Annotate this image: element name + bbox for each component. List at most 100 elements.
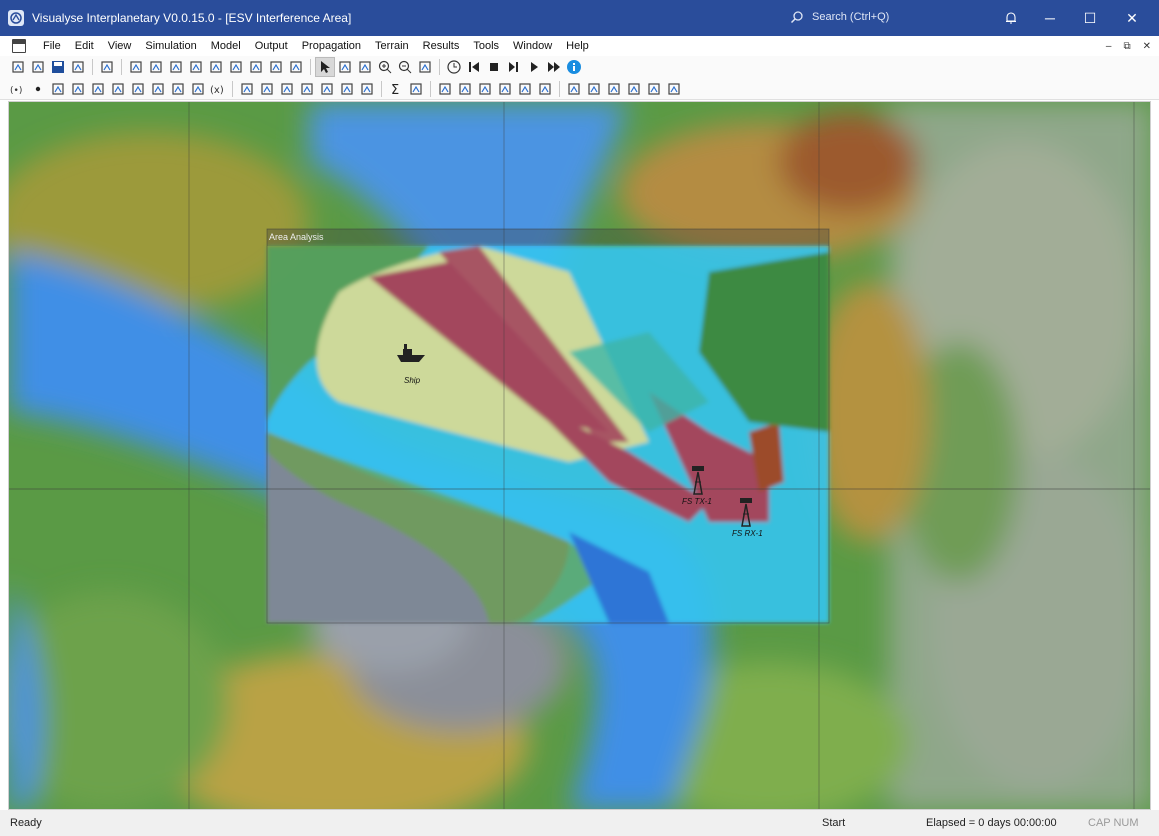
play-button[interactable]	[524, 57, 544, 77]
bar-chart-button[interactable]	[535, 79, 555, 99]
terrain-button[interactable]	[564, 79, 584, 99]
variable-icon: (x)	[210, 85, 224, 96]
mdi-minimize-button[interactable]: –	[1106, 41, 1112, 52]
group-button[interactable]	[188, 79, 208, 99]
report-button[interactable]	[406, 79, 426, 99]
search-placeholder: Search (Ctrl+Q)	[812, 11, 890, 23]
save-button[interactable]	[48, 57, 68, 77]
clock-button[interactable]	[444, 57, 464, 77]
open-button[interactable]	[28, 57, 48, 77]
updown-button[interactable]	[168, 79, 188, 99]
view-map-button[interactable]	[146, 57, 166, 77]
close-button[interactable]: ✕	[1112, 0, 1152, 36]
open-icon	[32, 61, 44, 73]
carrier-button[interactable]	[257, 79, 277, 99]
terrain-area-button[interactable]	[584, 79, 604, 99]
rewind-button[interactable]	[464, 57, 484, 77]
menu-view[interactable]: View	[101, 36, 139, 56]
zoom-in-button[interactable]	[375, 57, 395, 77]
title-bar: Visualyse Interplanetary V0.0.15.0 - [ES…	[0, 0, 1159, 36]
route-button[interactable]	[148, 79, 168, 99]
menu-propagation[interactable]: Propagation	[295, 36, 368, 56]
link-button[interactable]	[68, 79, 88, 99]
view-fov-button[interactable]	[206, 57, 226, 77]
zoom-fit-button[interactable]	[415, 57, 435, 77]
new-button[interactable]	[8, 57, 28, 77]
status-ready: Ready	[10, 817, 42, 829]
line-button[interactable]	[88, 79, 108, 99]
terrain-path-button[interactable]	[604, 79, 624, 99]
menu-help[interactable]: Help	[559, 36, 596, 56]
area-analysis-button[interactable]	[455, 79, 475, 99]
zoom-fit-icon	[419, 61, 431, 73]
station-button[interactable]	[237, 79, 257, 99]
menu-model[interactable]: Model	[204, 36, 248, 56]
coverage-button[interactable]	[337, 79, 357, 99]
view-area-button[interactable]	[226, 57, 246, 77]
grid-button[interactable]	[108, 79, 128, 99]
terrain-export-button[interactable]	[644, 79, 664, 99]
minimize-button[interactable]: ─	[1030, 0, 1070, 36]
save-as-icon	[72, 61, 84, 73]
chart-icon	[499, 82, 511, 95]
updown-icon	[172, 82, 184, 95]
view-fov-icon	[210, 61, 222, 73]
copy-button[interactable]	[97, 57, 117, 77]
point-button[interactable]	[28, 79, 48, 99]
menu-terrain[interactable]: Terrain	[368, 36, 416, 56]
view-table-button[interactable]	[246, 57, 266, 77]
menu-results[interactable]: Results	[416, 36, 467, 56]
signal-button[interactable]	[317, 79, 337, 99]
menu-window[interactable]: Window	[506, 36, 559, 56]
mdi-restore-button[interactable]: ⧉	[1123, 41, 1130, 52]
view-satellite-button[interactable]	[286, 57, 306, 77]
add-area-button[interactable]	[475, 79, 495, 99]
select-station-button[interactable]	[335, 57, 355, 77]
sigma-button[interactable]: Σ	[386, 79, 406, 99]
search-box[interactable]: Search (Ctrl+Q)	[790, 10, 889, 24]
bell-icon	[1006, 12, 1016, 24]
document-icon[interactable]	[12, 39, 26, 53]
toolbar-separator	[430, 80, 431, 97]
view-watch-icon	[270, 61, 282, 73]
info-button[interactable]	[564, 57, 584, 77]
stop-button[interactable]	[484, 57, 504, 77]
select-button[interactable]	[315, 57, 335, 77]
interference-icon	[301, 82, 313, 95]
menu-output[interactable]: Output	[248, 36, 295, 56]
histogram-button[interactable]	[515, 79, 535, 99]
constellation-button[interactable]	[48, 79, 68, 99]
menu-edit[interactable]: Edit	[68, 36, 101, 56]
sigma-icon: Σ	[391, 83, 399, 97]
link-budget-button[interactable]	[357, 79, 377, 99]
view-terrain-button[interactable]	[186, 57, 206, 77]
notification-button[interactable]	[991, 0, 1031, 36]
arrow-button[interactable]	[128, 79, 148, 99]
mdi-close-button[interactable]: ✕	[1143, 41, 1151, 52]
menu-file[interactable]: File	[36, 36, 68, 56]
step-button[interactable]	[504, 57, 524, 77]
fast-forward-button[interactable]	[544, 57, 564, 77]
map-view[interactable]: Area Analysis Ship FS TX-1 FS RX-1	[8, 101, 1151, 810]
zoom-out-button[interactable]	[395, 57, 415, 77]
menu-simulation[interactable]: Simulation	[138, 36, 203, 56]
watch-button[interactable]	[435, 79, 455, 99]
terrain-map[interactable]	[9, 102, 1151, 810]
view-watch-button[interactable]	[266, 57, 286, 77]
station-group-button[interactable]	[277, 79, 297, 99]
view-3d-button[interactable]	[166, 57, 186, 77]
search-icon	[790, 11, 803, 24]
chart-button[interactable]	[495, 79, 515, 99]
variable-button[interactable]: (x)	[208, 79, 228, 99]
view-world-button[interactable]	[126, 57, 146, 77]
maximize-button[interactable]: ☐	[1070, 0, 1110, 36]
save-as-button[interactable]	[68, 57, 88, 77]
select-area-button[interactable]	[355, 57, 375, 77]
rewind-icon	[469, 62, 479, 72]
carrier-icon	[261, 82, 273, 95]
interference-button[interactable]	[297, 79, 317, 99]
terrain-profile-button[interactable]	[624, 79, 644, 99]
menu-tools[interactable]: Tools	[466, 36, 506, 56]
terrain-settings-button[interactable]	[664, 79, 684, 99]
antenna-button[interactable]: (•)	[8, 79, 28, 99]
